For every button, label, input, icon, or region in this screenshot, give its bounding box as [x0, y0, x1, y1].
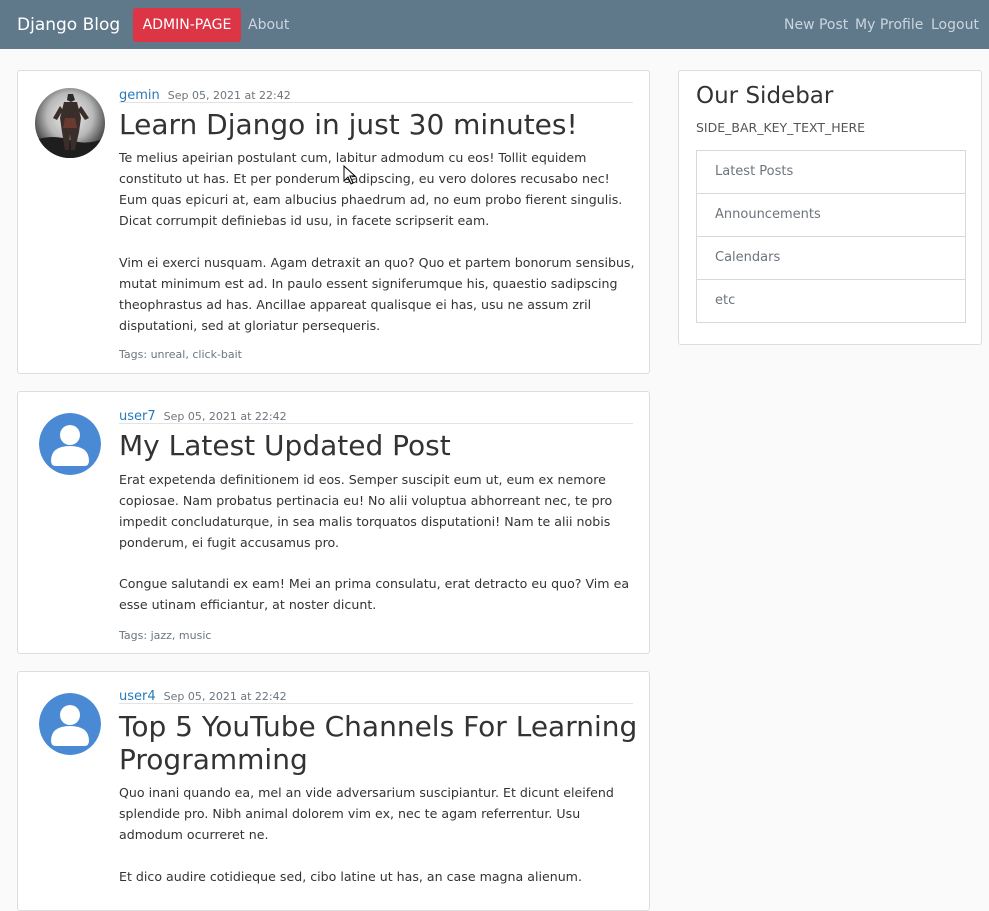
post-card: gemin Sep 05, 2021 at 22:42 Learn Django …	[17, 70, 650, 374]
user-avatar-icon	[39, 693, 101, 755]
sidebar-item-calendars[interactable]: Calendars	[697, 237, 965, 280]
post-meta: gemin Sep 05, 2021 at 22:42	[119, 84, 633, 103]
sidebar-subtitle: SIDE_BAR_KEY_TEXT_HERE	[696, 120, 866, 135]
tag-link[interactable]: unreal	[151, 348, 186, 361]
user-avatar-icon	[39, 413, 101, 475]
post-content-paragraph: Vim ei exerci nusquam. Agam detraxit an …	[119, 255, 635, 333]
sidebar-list: Latest Posts Announcements Calendars etc	[696, 150, 966, 323]
post-author-link[interactable]: user4	[119, 689, 156, 704]
nav-logout[interactable]: Logout	[931, 17, 979, 33]
post-content-paragraph: Congue salutandi ex eam! Mei an prima co…	[119, 576, 630, 612]
post-date: Sep 05, 2021 at 22:42	[163, 690, 287, 703]
post-tags: Tags: unreal, click-bait	[119, 348, 242, 361]
post-author-link[interactable]: gemin	[119, 88, 160, 103]
sidebar: Our Sidebar SIDE_BAR_KEY_TEXT_HERE Lates…	[678, 70, 982, 345]
brand-link[interactable]: Django Blog	[17, 15, 120, 35]
sidebar-item-etc[interactable]: etc	[697, 280, 965, 322]
tags-label: Tags:	[119, 348, 148, 361]
sidebar-item-announcements[interactable]: Announcements	[697, 194, 965, 237]
author-avatar[interactable]	[39, 693, 101, 755]
post-date: Sep 05, 2021 at 22:42	[167, 89, 291, 102]
tag-link[interactable]: jazz	[151, 629, 172, 642]
tags-label: Tags:	[119, 629, 148, 642]
author-avatar[interactable]	[35, 88, 105, 158]
nav-new-post[interactable]: New Post	[784, 17, 848, 33]
sidebar-item-latest-posts[interactable]: Latest Posts	[697, 151, 965, 194]
tag-link[interactable]: music	[179, 629, 212, 642]
navbar: Django Blog ADMIN-PAGE About New Post My…	[0, 0, 989, 49]
nav-my-profile[interactable]: My Profile	[855, 17, 923, 33]
post-card: user4 Sep 05, 2021 at 22:42 Top 5 YouTube…	[17, 671, 650, 911]
tag-link[interactable]: click-bait	[192, 348, 242, 361]
author-avatar[interactable]	[39, 413, 101, 475]
post-title[interactable]: My Latest Updated Post	[119, 429, 639, 462]
sidebar-title: Our Sidebar	[696, 83, 834, 109]
post-title[interactable]: Learn Django in just 30 minutes!	[119, 108, 639, 141]
mouse-cursor-icon	[343, 165, 357, 185]
post-content-paragraph: Quo inani quando ea, mel an vide adversa…	[119, 785, 614, 842]
avatar-photo-icon	[35, 88, 105, 158]
post-meta: user4 Sep 05, 2021 at 22:42	[119, 685, 633, 704]
post-date: Sep 05, 2021 at 22:42	[163, 410, 287, 423]
post-tags: Tags: jazz, music	[119, 629, 212, 642]
post-content-paragraph: Erat expetenda definitionem id eos. Semp…	[119, 472, 613, 550]
post-author-link[interactable]: user7	[119, 409, 156, 424]
admin-page-button[interactable]: ADMIN-PAGE	[133, 8, 241, 42]
post-title[interactable]: Top 5 YouTube Channels For Learning Prog…	[119, 710, 639, 776]
post-content-paragraph: Te melius apeirian postulant cum, labitu…	[119, 150, 623, 228]
post-card: user7 Sep 05, 2021 at 22:42 My Latest Upd…	[17, 391, 650, 654]
nav-about[interactable]: About	[248, 17, 289, 33]
post-meta: user7 Sep 05, 2021 at 22:42	[119, 405, 633, 424]
post-content-paragraph: Et dico audire cotidieque sed, cibo lati…	[119, 869, 582, 884]
